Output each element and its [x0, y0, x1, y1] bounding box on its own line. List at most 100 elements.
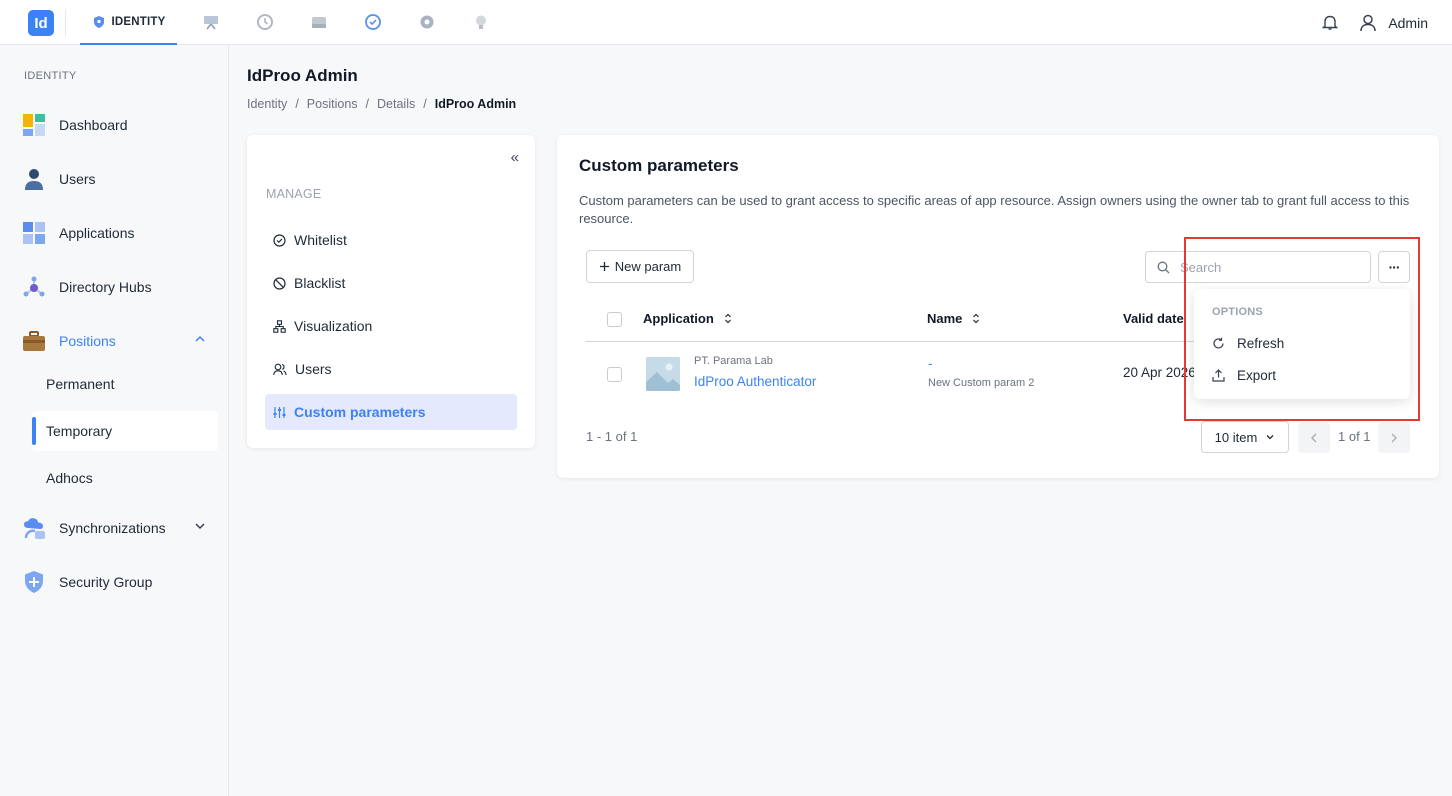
module-tab-identity[interactable]: IDENTITY	[80, 0, 177, 45]
hierarchy-icon	[273, 319, 286, 333]
options-label: OPTIONS	[1212, 306, 1263, 318]
cloud-sync-icon	[22, 516, 46, 540]
shield-icon	[22, 570, 46, 594]
sidebar-item-synchronizations[interactable]: Synchronizations	[22, 506, 218, 550]
more-options-button[interactable]: ···	[1378, 251, 1410, 283]
module-tab-label: IDENTITY	[111, 15, 166, 28]
column-header-label: Name	[927, 311, 963, 326]
sidebar-subitem-permanent[interactable]: Permanent	[32, 364, 218, 404]
page-indicator: 1 of 1	[1338, 429, 1371, 444]
breadcrumb-current: IdProo Admin	[434, 97, 517, 111]
sidebar-item-label: Dashboard	[59, 117, 128, 133]
app-name-link[interactable]: IdProo Authenticator	[694, 374, 816, 389]
chevron-right-icon	[1391, 433, 1397, 442]
app-organization: PT. Parama Lab	[694, 355, 773, 367]
sidebar-item-label: Synchronizations	[59, 520, 166, 536]
breadcrumb-item[interactable]: Positions	[307, 97, 358, 111]
chevron-down-icon	[1266, 435, 1274, 440]
prev-page-button[interactable]	[1298, 422, 1330, 453]
sliders-icon	[273, 406, 286, 418]
panel-description: Custom parameters can be used to grant a…	[579, 193, 1410, 226]
user-menu[interactable]: Admin	[1360, 14, 1428, 32]
sidebar-item-label: Positions	[59, 333, 116, 349]
refresh-icon	[1213, 337, 1224, 348]
sidebar-subitem-temporary[interactable]: Temporary	[32, 411, 218, 451]
bell-icon[interactable]	[1322, 14, 1339, 31]
manage-item-label: Whitelist	[294, 232, 347, 248]
new-param-button[interactable]: New param	[586, 250, 694, 283]
pagination-summary: 1 - 1 of 1	[586, 429, 638, 444]
search-icon	[1157, 261, 1170, 273]
sidebar-item-label: Applications	[59, 225, 135, 241]
breadcrumb: Identity / Positions / Details / IdProo …	[247, 97, 516, 111]
row-checkbox[interactable]	[607, 367, 622, 382]
select-all-checkbox[interactable]	[607, 312, 622, 327]
breadcrumb-item[interactable]: Details	[377, 97, 415, 111]
option-label: Refresh	[1237, 335, 1285, 351]
top-bar: Id IDENTITY Admin	[0, 0, 1452, 45]
user-icon	[1360, 14, 1377, 31]
dashboard-module-icon[interactable]	[202, 13, 220, 31]
storage-module-icon[interactable]	[310, 13, 328, 31]
option-refresh[interactable]: Refresh	[1212, 331, 1392, 355]
column-header-application[interactable]: Application	[643, 311, 732, 326]
image-placeholder-icon	[646, 357, 680, 391]
breadcrumb-item[interactable]: Identity	[247, 97, 287, 111]
chevron-down-icon[interactable]	[194, 520, 206, 532]
sidebar-subitem-adhocs[interactable]: Adhocs	[32, 458, 218, 498]
export-icon	[1212, 368, 1225, 382]
column-header-label: Valid date	[1123, 311, 1184, 326]
manage-item-whitelist[interactable]: Whitelist	[265, 222, 517, 258]
option-export[interactable]: Export	[1212, 363, 1392, 387]
sidebar-item-directory-hubs[interactable]: Directory Hubs	[22, 265, 218, 309]
search-box	[1145, 251, 1371, 283]
sort-icon[interactable]	[724, 313, 732, 324]
manage-item-visualization[interactable]: Visualization	[265, 308, 517, 344]
table-header-divider	[586, 341, 1236, 342]
column-header-valid-date[interactable]: Valid date	[1123, 311, 1184, 326]
users-icon	[273, 363, 287, 375]
user-name: Admin	[1388, 14, 1428, 31]
column-header-label: Application	[643, 311, 714, 326]
check-module-icon[interactable]	[364, 13, 382, 31]
panel-title: Custom parameters	[579, 156, 739, 175]
search-input[interactable]	[1180, 259, 1350, 275]
collapse-panel-button[interactable]: «	[511, 149, 519, 166]
manage-item-label: Users	[295, 361, 332, 377]
apps-grid-icon	[22, 221, 46, 245]
manage-item-label: Blacklist	[294, 275, 346, 291]
page-size-select[interactable]: 10 item	[1201, 421, 1289, 453]
manage-item-users[interactable]: Users	[265, 351, 517, 387]
param-name-subtitle: New Custom param 2	[928, 377, 1035, 389]
column-header-name[interactable]: Name	[927, 311, 980, 326]
manage-item-blacklist[interactable]: Blacklist	[265, 265, 517, 301]
breadcrumb-separator: /	[365, 97, 370, 111]
app-logo[interactable]: Id	[28, 10, 54, 36]
breadcrumb-separator: /	[295, 97, 299, 111]
chevron-left-icon	[1311, 433, 1317, 442]
manage-item-custom-parameters[interactable]: Custom parameters	[265, 394, 517, 430]
valid-date: 20 Apr 2026	[1123, 365, 1196, 380]
history-module-icon[interactable]	[256, 13, 274, 31]
plus-icon	[599, 262, 609, 271]
page-size-value: 10 item	[1214, 429, 1258, 445]
manage-item-label: Custom parameters	[294, 404, 426, 420]
sort-icon[interactable]	[972, 313, 980, 324]
user-icon	[22, 167, 46, 191]
sidebar-item-positions[interactable]: Positions	[22, 319, 218, 363]
lightbulb-module-icon[interactable]	[472, 13, 490, 31]
settings-module-icon[interactable]	[418, 13, 436, 31]
sidebar-item-dashboard[interactable]: Dashboard	[22, 103, 218, 147]
briefcase-icon	[22, 329, 46, 353]
sidebar-subitem-label: Temporary	[46, 423, 113, 439]
divider	[65, 9, 66, 36]
sidebar-item-users[interactable]: Users	[22, 157, 218, 201]
param-name-link[interactable]: -	[928, 356, 933, 371]
app-thumbnail	[646, 357, 680, 391]
sidebar-item-applications[interactable]: Applications	[22, 211, 218, 255]
options-dropdown: OPTIONS Refresh Export	[1194, 289, 1410, 399]
chevron-up-icon[interactable]	[194, 333, 206, 345]
next-page-button[interactable]	[1378, 422, 1410, 453]
sidebar-item-security-group[interactable]: Security Group	[22, 560, 218, 604]
top-right-actions: Admin	[1322, 0, 1428, 45]
